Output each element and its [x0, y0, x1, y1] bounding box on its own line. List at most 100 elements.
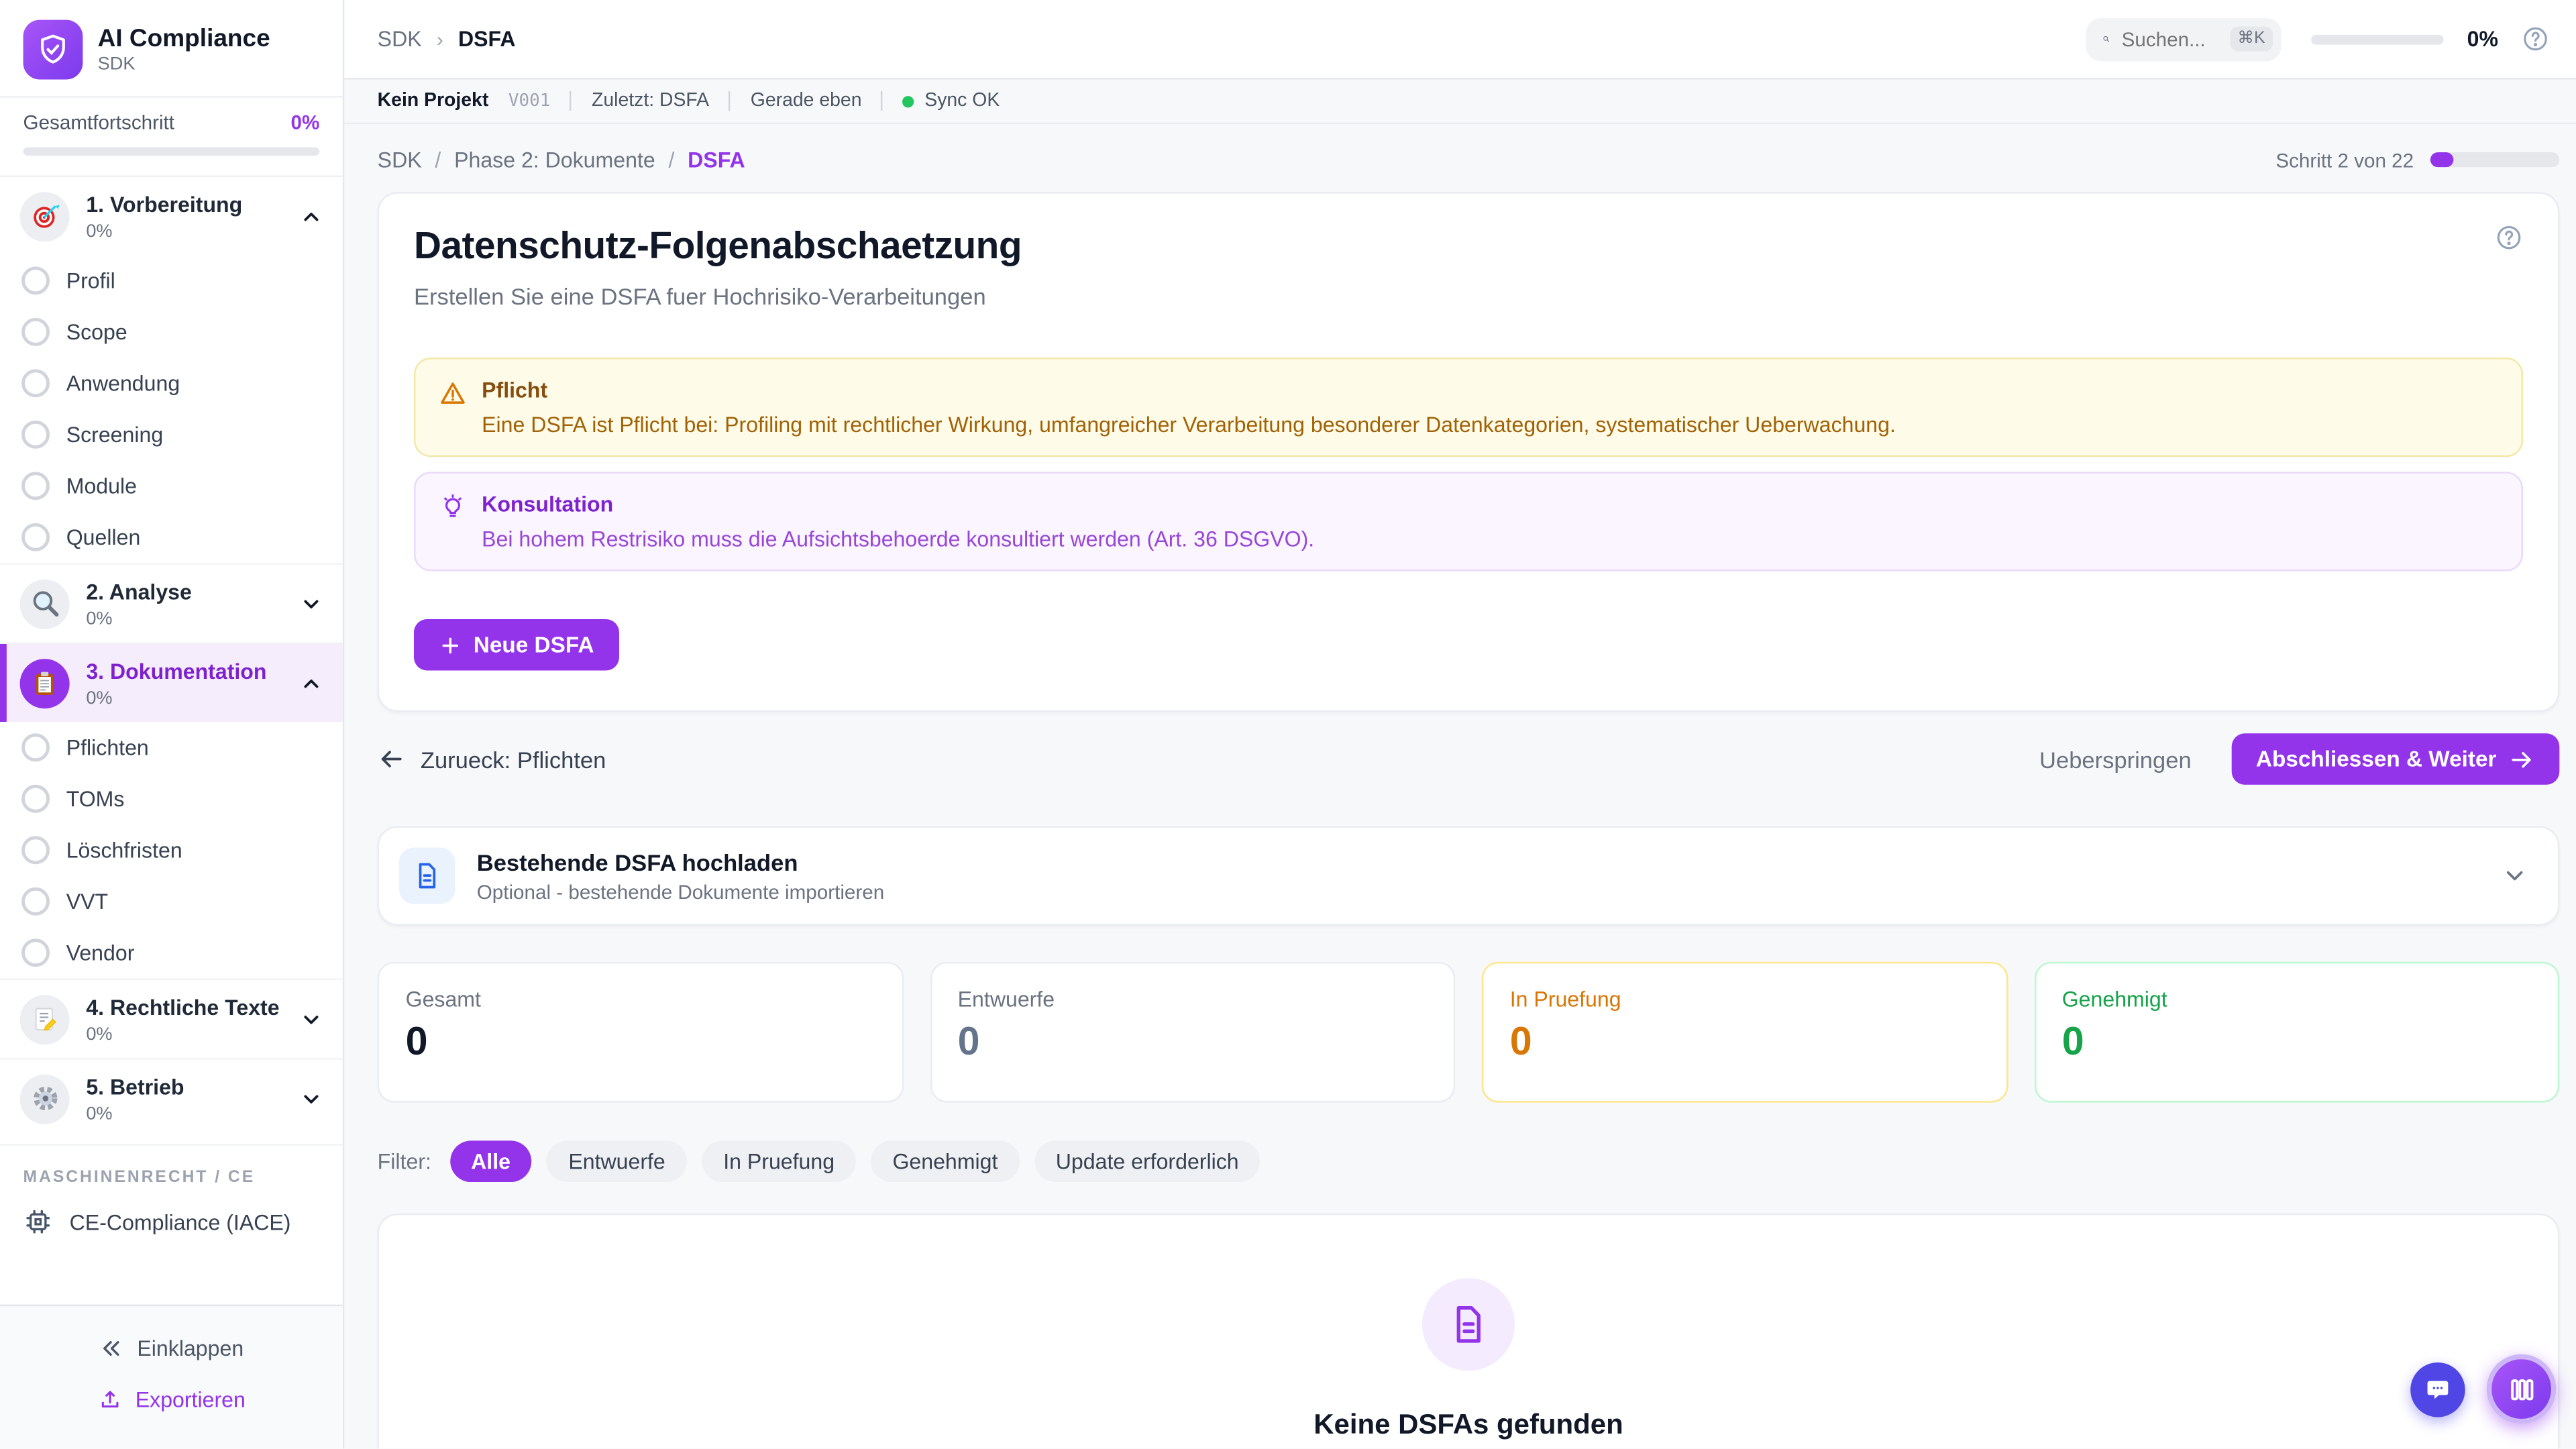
finish-next-button[interactable]: Abschliessen & Weiter: [2231, 733, 2559, 785]
sidebar-section-vorbereitung[interactable]: 1. Vorbereitung 0%: [0, 177, 343, 255]
status-circle-icon: [21, 888, 50, 916]
project-name: Kein Projekt: [378, 91, 489, 111]
breadcrumb-root[interactable]: SDK: [378, 26, 422, 51]
chat-button[interactable]: [2410, 1362, 2465, 1417]
app-title: AI Compliance: [98, 25, 270, 54]
topbar-progress-value: 0%: [2467, 26, 2498, 51]
collapse-sidebar-button[interactable]: Einklappen: [0, 1323, 343, 1375]
dsfa-card: Datenschutz-Folgenabschaetzung Erstellen…: [378, 192, 2560, 712]
section-percent: 0%: [86, 1025, 283, 1045]
sidebar-section-betrieb[interactable]: 5. Betrieb 0%: [0, 1058, 343, 1137]
status-circle-icon: [21, 472, 50, 500]
pflicht-text: Eine DSFA ist Pflicht bei: Profiling mit…: [482, 412, 1896, 437]
export-button[interactable]: Exportieren: [0, 1374, 343, 1426]
clipboard-icon: [20, 658, 70, 708]
sidebar-item-anwendung[interactable]: Anwendung: [0, 358, 343, 409]
sidebar-item-screening[interactable]: Screening: [0, 409, 343, 461]
gear-icon: [20, 1073, 70, 1123]
topbar-progress-bar: [2312, 34, 2444, 44]
sidebar-item-profil[interactable]: Profil: [0, 255, 343, 307]
magnifier-icon: [20, 579, 70, 629]
filter-chip-in-pruefung[interactable]: In Pruefung: [702, 1140, 856, 1182]
lightbulb-icon: [439, 493, 467, 521]
konsultation-title: Konsultation: [482, 492, 1314, 517]
sidebar-item-pflichten[interactable]: Pflichten: [0, 722, 343, 773]
sidebar-item-vendor[interactable]: Vendor: [0, 927, 343, 979]
help-icon[interactable]: [2495, 223, 2523, 252]
plus-icon: [439, 633, 462, 657]
sidebar-item-quellen[interactable]: Quellen: [0, 512, 343, 564]
breadcrumb-current: DSFA: [458, 26, 516, 51]
filter-chip-entwuerfe[interactable]: Entwuerfe: [547, 1140, 687, 1182]
konsultation-text: Bei hohem Restrisiko muss die Aufsichtsb…: [482, 527, 1314, 551]
status-circle-icon: [21, 369, 50, 397]
upload-existing-dsfa[interactable]: Bestehende DSFA hochladen Optional - bes…: [378, 826, 2560, 925]
chevron-up-icon: [300, 205, 323, 228]
help-icon[interactable]: [2522, 25, 2550, 53]
stat-card-genehmigt: Genehmigt 0: [2034, 962, 2560, 1103]
sidebar-item-vvt[interactable]: VVT: [0, 876, 343, 928]
search-icon: [2103, 28, 2110, 50]
section-percent: 0%: [86, 222, 283, 242]
section-percent: 0%: [86, 1104, 283, 1124]
target-icon: [20, 191, 70, 241]
topbar: SDK › DSFA ⌘K 0%: [344, 0, 2576, 79]
chat-bubble-icon: [2424, 1376, 2452, 1404]
statusbar: Kein Projekt V001 Zuletzt: DSFA Gerade e…: [344, 79, 2576, 124]
board-view-button[interactable]: [2487, 1354, 2557, 1424]
brand: AI Compliance SDK: [0, 0, 343, 96]
group-label-maschinenrecht: MASCHINENRECHT / CE: [0, 1144, 343, 1193]
overall-progress-value: 0%: [290, 111, 319, 134]
sidebar-item-module[interactable]: Module: [0, 460, 343, 512]
status-circle-icon: [21, 938, 50, 967]
breadcrumb-phase[interactable]: Phase 2: Dokumente: [454, 148, 655, 172]
search-input[interactable]: [2122, 28, 2218, 51]
status-circle-icon: [21, 785, 50, 813]
overall-progress-bar: [23, 148, 320, 156]
konsultation-alert: Konsultation Bei hohem Restrisiko muss d…: [414, 472, 2523, 571]
section-title: 1. Vorbereitung: [86, 192, 242, 217]
kanban-columns-icon: [2506, 1373, 2537, 1405]
arrow-left-icon: [378, 745, 406, 773]
sync-ok-dot: [903, 95, 914, 107]
page-title: Datenschutz-Folgenabschaetzung: [414, 223, 2523, 268]
stat-card-entwuerfe: Entwuerfe 0: [930, 962, 1456, 1103]
sidebar: AI Compliance SDK Gesamtfortschritt 0% 1…: [0, 0, 344, 1448]
breadcrumb-sdk[interactable]: SDK: [378, 148, 422, 172]
sidebar-nav: 1. Vorbereitung 0% Profil Scope Anwendun…: [0, 177, 343, 1305]
sidebar-section-analyse[interactable]: 2. Analyse 0%: [0, 563, 343, 642]
content: SDK / Phase 2: Dokumente / DSFA Schritt …: [344, 124, 2576, 1448]
filter-chip-update-erforderlich[interactable]: Update erforderlich: [1034, 1140, 1260, 1182]
sidebar-section-dokumentation[interactable]: 3. Dokumentation 0%: [0, 643, 343, 722]
step-progress-bar: [2430, 152, 2559, 167]
section-percent: 0%: [86, 689, 283, 709]
page-subtitle: Erstellen Sie eine DSFA fuer Hochrisiko-…: [414, 283, 2523, 309]
shield-check-icon: [23, 20, 83, 80]
stat-card-in-pruefung: In Pruefung 0: [1482, 962, 2008, 1103]
filter-row: Filter: Alle Entwuerfe In Pruefung Geneh…: [378, 1140, 2560, 1182]
filter-label: Filter:: [378, 1149, 431, 1174]
back-link[interactable]: Zurueck: Pflichten: [378, 745, 606, 773]
section-title: 5. Betrieb: [86, 1075, 184, 1099]
sidebar-item-toms[interactable]: TOMs: [0, 773, 343, 824]
app-subtitle: SDK: [98, 54, 270, 74]
skip-button[interactable]: Ueberspringen: [2023, 736, 2208, 782]
sidebar-item-scope[interactable]: Scope: [0, 307, 343, 358]
filter-chip-genehmigt[interactable]: Genehmigt: [871, 1140, 1019, 1182]
sidebar-section-rechtliche-texte[interactable]: 4. Rechtliche Texte 0%: [0, 979, 343, 1058]
wizard-nav-row: Zurueck: Pflichten Ueberspringen Abschli…: [378, 733, 2560, 785]
warning-triangle-icon: [439, 379, 467, 407]
search-shortcut-badge: ⌘K: [2229, 26, 2273, 51]
arrow-right-icon: [2508, 746, 2534, 772]
status-circle-icon: [21, 266, 50, 294]
double-chevron-left-icon: [99, 1336, 124, 1361]
new-dsfa-button[interactable]: Neue DSFA: [414, 619, 619, 671]
filter-chip-alle[interactable]: Alle: [449, 1140, 532, 1182]
pflicht-alert: Pflicht Eine DSFA ist Pflicht bei: Profi…: [414, 358, 2523, 457]
chevron-down-icon[interactable]: [2502, 863, 2528, 889]
sidebar-item-ce-compliance[interactable]: CE-Compliance (IACE): [0, 1193, 343, 1253]
search-box[interactable]: ⌘K: [2086, 17, 2282, 60]
sidebar-item-loeschfristen[interactable]: Löschfristen: [0, 824, 343, 876]
status-circle-icon: [21, 318, 50, 346]
empty-state: Keine DSFAs gefunden Erstellen Sie eine …: [378, 1214, 2560, 1448]
